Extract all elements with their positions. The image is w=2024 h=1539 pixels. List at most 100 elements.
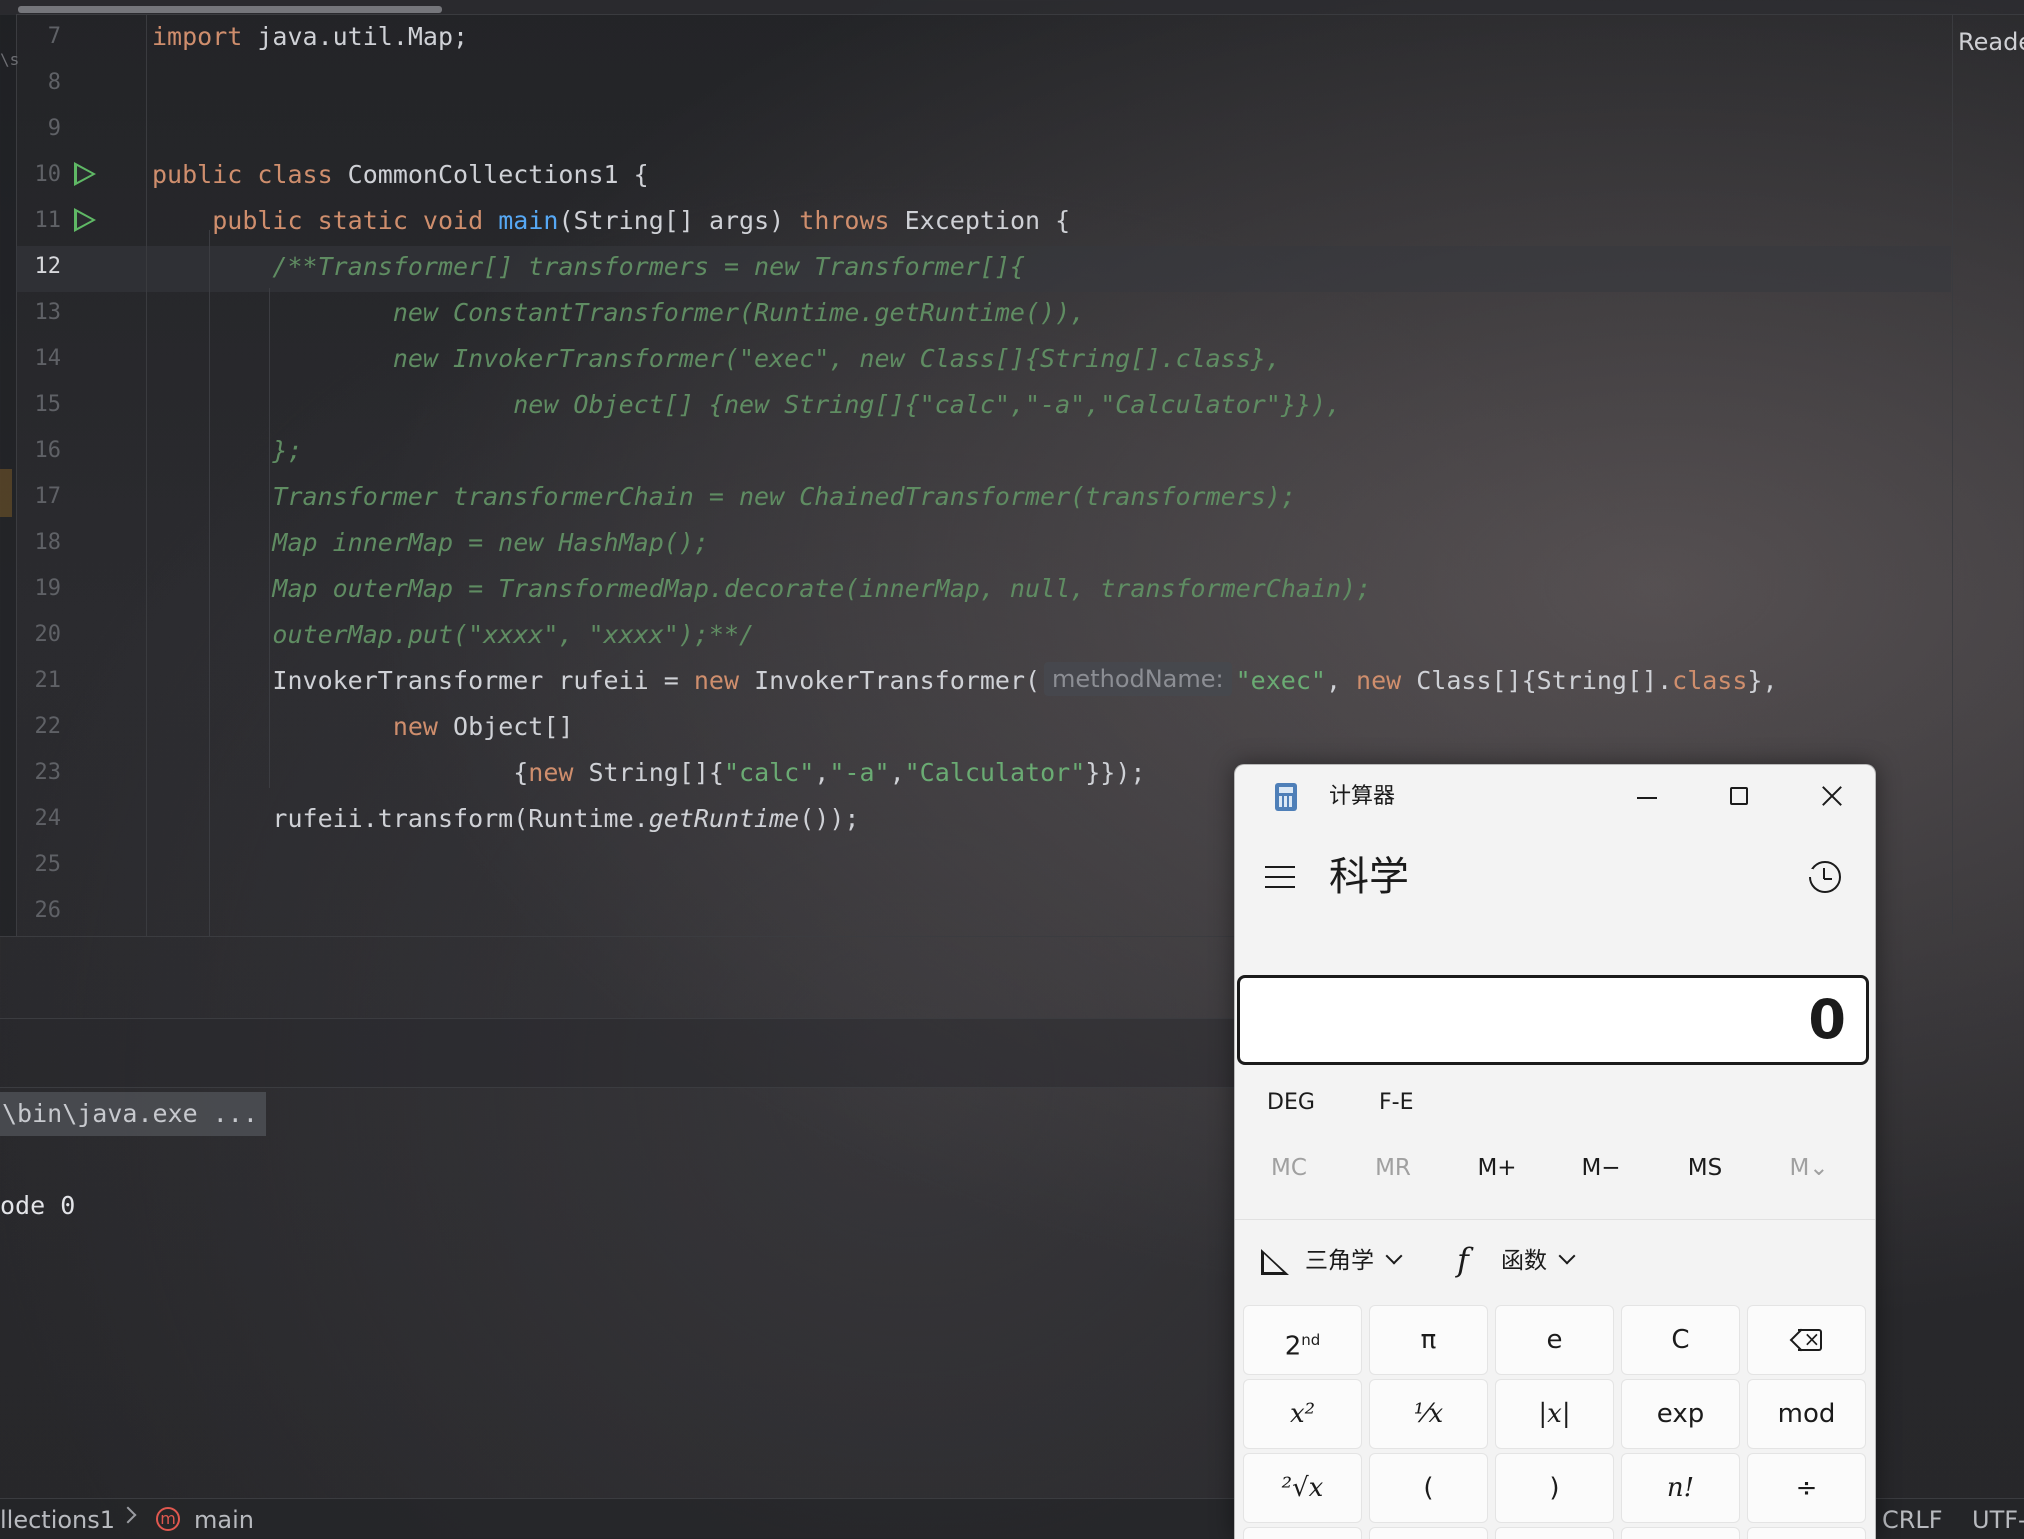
second-function-key[interactable]: 2nd (1243, 1305, 1362, 1375)
code-line[interactable]: 14 new InvokerTransformer("exec", new Cl… (0, 336, 1940, 382)
keypad-row-peek[interactable] (1621, 1527, 1740, 1539)
line-number[interactable]: 26 (16, 888, 62, 934)
memory-button[interactable]: M⌄ (1757, 1143, 1861, 1193)
code-line[interactable]: 16 }; (0, 428, 1940, 474)
code-line[interactable]: 7 import java.util.Map; (0, 14, 1940, 60)
reciprocal-key[interactable]: ¹⁄x (1369, 1379, 1488, 1449)
code-text[interactable]: InvokerTransformer rufeii = new InvokerT… (152, 658, 1778, 704)
code-line[interactable]: 18 Map innerMap = new HashMap(); (0, 520, 1940, 566)
line-number[interactable]: 24 (16, 796, 62, 842)
mod-key[interactable]: mod (1747, 1379, 1866, 1449)
code-line[interactable]: 8 (0, 60, 1940, 106)
function-dropdown[interactable]: 函数 (1501, 1231, 1576, 1291)
line-number[interactable]: 7 (16, 14, 61, 60)
keypad-row-peek[interactable] (1747, 1527, 1866, 1539)
encoding-indicator[interactable]: UTF- (1972, 1505, 2024, 1535)
calculator-window[interactable]: 计算器 科学 0 DEG F-E MC MR M+ M− MS M⌄ 三角学 f 函数 2… (1234, 764, 1876, 1539)
memory-button[interactable]: MC (1237, 1143, 1341, 1193)
line-number[interactable]: 25 (16, 842, 62, 888)
code-text[interactable]: Transformer transformerChain = new Chain… (152, 474, 1296, 520)
divide-key[interactable]: ÷ (1747, 1453, 1866, 1523)
angle-mode-button[interactable]: DEG (1267, 1077, 1315, 1129)
e-key[interactable]: e (1495, 1305, 1614, 1375)
code-line[interactable]: 21 InvokerTransformer rufeii = new Invok… (0, 658, 1940, 704)
exp-key[interactable]: exp (1621, 1379, 1740, 1449)
code-line[interactable]: 15 new Object[] {new String[]{"calc","-a… (0, 382, 1940, 428)
code-text[interactable]: public static void main(String[] args) t… (152, 198, 1070, 244)
maximize-button[interactable] (1693, 765, 1785, 825)
code-text[interactable]: }; (152, 428, 302, 474)
code-line[interactable]: 9 (0, 106, 1940, 152)
memory-button[interactable]: MS (1653, 1143, 1757, 1193)
line-number[interactable]: 22 (16, 704, 62, 750)
code-text[interactable]: new InvokerTransformer("exec", new Class… (152, 336, 1281, 382)
code-line[interactable]: 17 Transformer transformerChain = new Ch… (0, 474, 1940, 520)
memory-button[interactable]: MR (1341, 1143, 1445, 1193)
square-root-key[interactable]: ²√x (1243, 1453, 1362, 1523)
line-number[interactable]: 18 (16, 520, 62, 566)
line-number[interactable]: 17 (16, 474, 62, 520)
keypad-row-peek[interactable] (1243, 1527, 1362, 1539)
line-number[interactable]: 23 (16, 750, 62, 796)
code-line[interactable]: 10 public class CommonCollections1 { (0, 152, 1940, 198)
code-text[interactable]: public class CommonCollections1 { (152, 152, 649, 198)
code-text[interactable]: Map outerMap = TransformedMap.decorate(i… (152, 566, 1371, 612)
breadcrumb-class[interactable]: llections1 (0, 1505, 115, 1535)
code-text[interactable]: new ConstantTransformer(Runtime.getRunti… (152, 290, 1085, 336)
run-command-line[interactable]: \bin\java.exe ... (0, 1092, 266, 1136)
memory-button[interactable]: M− (1549, 1143, 1653, 1193)
line-number[interactable]: 10 (16, 152, 62, 198)
run-gutter-icon[interactable] (74, 208, 96, 232)
run-gutter-icon[interactable] (74, 162, 96, 186)
pi-key[interactable]: π (1369, 1305, 1488, 1375)
code-text[interactable]: new Object[] (152, 704, 574, 750)
code-line[interactable]: 22 new Object[] (0, 704, 1940, 750)
clear-key[interactable]: C (1621, 1305, 1740, 1375)
mode-title: 科学 (1329, 854, 1409, 900)
keypad-row-peek[interactable] (1369, 1527, 1488, 1539)
code-line[interactable]: 20 outerMap.put("xxxx", "xxxx");**/ (0, 612, 1940, 658)
title-bar[interactable]: 计算器 (1235, 765, 1875, 825)
code-line[interactable]: 12 /**Transformer[] transformers = new T… (0, 244, 1940, 290)
memory-button[interactable]: M+ (1445, 1143, 1549, 1193)
code-line[interactable]: 11 public static void main(String[] args… (0, 198, 1940, 244)
code-text[interactable]: new Object[] {new String[]{"calc","-a","… (152, 382, 1341, 428)
absolute-value-key[interactable]: |x| (1495, 1379, 1614, 1449)
line-number[interactable]: 13 (16, 290, 62, 336)
square-key[interactable]: x² (1243, 1379, 1362, 1449)
backspace-key[interactable] (1747, 1305, 1866, 1375)
trigonometry-dropdown[interactable]: 三角学 (1305, 1231, 1403, 1291)
line-number[interactable]: 20 (16, 612, 62, 658)
code-text[interactable]: outerMap.put("xxxx", "xxxx");**/ (152, 612, 754, 658)
reader-mode-label[interactable]: Reade (1958, 28, 2024, 56)
line-number[interactable]: 8 (16, 60, 61, 106)
history-icon[interactable] (1805, 861, 1841, 893)
code-text[interactable]: import java.util.Map; (152, 14, 468, 60)
line-number[interactable]: 21 (16, 658, 62, 704)
code-text[interactable]: /**Transformer[] transformers = new Tran… (152, 244, 1025, 290)
fe-toggle-button[interactable]: F-E (1379, 1077, 1414, 1129)
line-number[interactable]: 11 (16, 198, 62, 244)
code-text[interactable]: Map innerMap = new HashMap(); (152, 520, 709, 566)
code-text[interactable]: {new String[]{"calc","-a","Calculator"}}… (152, 750, 1145, 796)
hamburger-menu-icon[interactable] (1265, 865, 1295, 889)
factorial-key[interactable]: n! (1621, 1453, 1740, 1523)
line-number[interactable]: 14 (16, 336, 62, 382)
keypad-row-peek[interactable] (1495, 1527, 1614, 1539)
left-paren-key[interactable]: ( (1369, 1453, 1488, 1523)
line-number[interactable]: 16 (16, 428, 62, 474)
breadcrumb-method[interactable]: main (194, 1505, 254, 1535)
scrollbar-thumb[interactable] (18, 6, 442, 13)
line-number[interactable]: 9 (16, 106, 61, 152)
code-line[interactable]: 13 new ConstantTransformer(Runtime.getRu… (0, 290, 1940, 336)
line-ending-indicator[interactable]: CRLF (1882, 1505, 1943, 1535)
horizontal-scrollbar[interactable] (0, 0, 2024, 15)
close-button[interactable] (1785, 765, 1875, 825)
line-number[interactable]: 15 (16, 382, 62, 428)
line-number[interactable]: 19 (16, 566, 62, 612)
right-paren-key[interactable]: ) (1495, 1453, 1614, 1523)
code-text[interactable]: rufeii.transform(Runtime.getRuntime()); (152, 796, 859, 842)
minimize-button[interactable] (1601, 765, 1693, 825)
code-line[interactable]: 19 Map outerMap = TransformedMap.decorat… (0, 566, 1940, 612)
line-number[interactable]: 12 (16, 244, 62, 290)
